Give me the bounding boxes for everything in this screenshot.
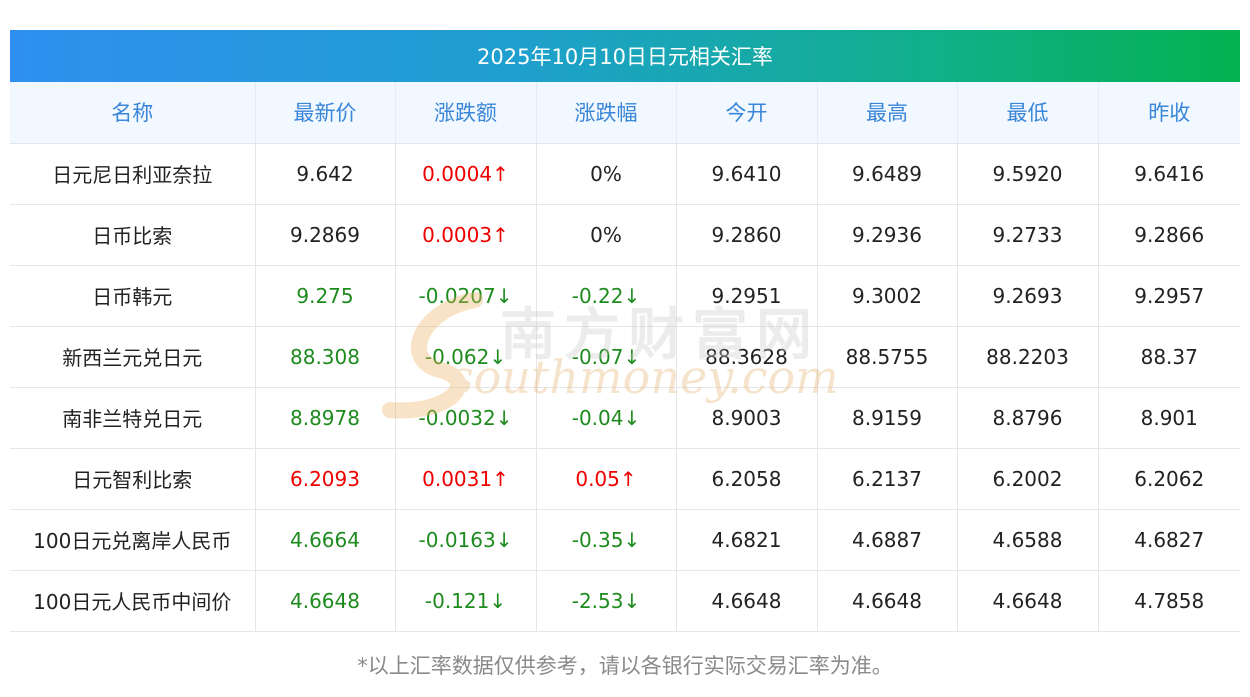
table-row[interactable]: 日币韩元 9.275 -0.0207↓ -0.22↓ 9.2951 9.3002 9.269… xyxy=(10,264,1240,326)
cell-change: 0.0003↑ xyxy=(395,203,537,265)
disclaimer-note: *以上汇率数据仅供参考，请以各银行实际交易汇率为准。 xyxy=(357,654,893,678)
cell-high: 6.2137 xyxy=(817,447,958,509)
cell-high: 4.6887 xyxy=(817,508,958,570)
cell-low: 88.2203 xyxy=(957,325,1099,387)
cell-name[interactable]: 日币比索 xyxy=(10,203,256,265)
exchange-rate-table: 名称 最新价 涨跌额 涨跌幅 今开 最高 最低 昨收 日元尼日利亚奈拉 9.642… xyxy=(10,82,1240,632)
cell-name[interactable]: 新西兰元兑日元 xyxy=(10,325,256,387)
cell-change-pct: 0.05↑ xyxy=(536,447,677,509)
cell-open: 9.2860 xyxy=(676,203,818,265)
header-name[interactable]: 名称 xyxy=(10,82,256,143)
cell-change-pct: 0% xyxy=(536,203,677,265)
cell-low: 9.2693 xyxy=(957,264,1099,326)
cell-open: 9.6410 xyxy=(676,142,818,204)
cell-high: 9.3002 xyxy=(817,264,958,326)
cell-change: 0.0004↑ xyxy=(395,142,537,204)
cell-change-pct: -0.07↓ xyxy=(536,325,677,387)
cell-change: 0.0031↑ xyxy=(395,447,537,509)
table-row[interactable]: 日元智利比索 6.2093 0.0031↑ 0.05↑ 6.2058 6.2137 6.20… xyxy=(10,447,1240,509)
cell-change-pct: -0.04↓ xyxy=(536,386,677,448)
table-row[interactable]: 100日元人民币中间价 4.6648 -0.121↓ -2.53↓ 4.6648 4.66… xyxy=(10,569,1240,632)
table-header-row: 名称 最新价 涨跌额 涨跌幅 今开 最高 最低 昨收 xyxy=(10,82,1240,143)
cell-open: 9.2951 xyxy=(676,264,818,326)
cell-open: 88.3628 xyxy=(676,325,818,387)
table-row[interactable]: 南非兰特兑日元 8.8978 -0.0032↓ -0.04↓ 8.9003 8.9159 8… xyxy=(10,386,1240,448)
cell-name[interactable]: 100日元人民币中间价 xyxy=(10,569,256,632)
header-high[interactable]: 最高 xyxy=(817,82,958,143)
cell-high: 9.2936 xyxy=(817,203,958,265)
cell-change-pct: 0% xyxy=(536,142,677,204)
cell-high: 4.6648 xyxy=(817,569,958,632)
cell-change: -0.0207↓ xyxy=(395,264,537,326)
cell-change: -0.0163↓ xyxy=(395,508,537,570)
cell-prev-close: 6.2062 xyxy=(1098,447,1240,509)
header-prev-close[interactable]: 昨收 xyxy=(1098,82,1240,143)
rate-table-container: 2025年10月10日日元相关汇率 名称 最新价 涨跌额 涨跌幅 今开 最高 最… xyxy=(10,30,1240,632)
header-latest[interactable]: 最新价 xyxy=(255,82,396,143)
header-change-pct[interactable]: 涨跌幅 xyxy=(536,82,677,143)
cell-low: 9.5920 xyxy=(957,142,1099,204)
cell-name[interactable]: 南非兰特兑日元 xyxy=(10,386,256,448)
cell-open: 4.6821 xyxy=(676,508,818,570)
cell-open: 4.6648 xyxy=(676,569,818,632)
cell-change-pct: -2.53↓ xyxy=(536,569,677,632)
cell-latest: 9.2869 xyxy=(255,203,396,265)
header-low[interactable]: 最低 xyxy=(957,82,1099,143)
cell-prev-close: 9.6416 xyxy=(1098,142,1240,204)
cell-high: 8.9159 xyxy=(817,386,958,448)
cell-low: 4.6648 xyxy=(957,569,1099,632)
cell-prev-close: 88.37 xyxy=(1098,325,1240,387)
table-row[interactable]: 日元尼日利亚奈拉 9.642 0.0004↑ 0% 9.6410 9.6489 9.5920… xyxy=(10,142,1240,204)
cell-low: 9.2733 xyxy=(957,203,1099,265)
cell-latest: 6.2093 xyxy=(255,447,396,509)
cell-low: 6.2002 xyxy=(957,447,1099,509)
table-row[interactable]: 100日元兑离岸人民币 4.6664 -0.0163↓ -0.35↓ 4.6821 4.6… xyxy=(10,508,1240,570)
cell-low: 4.6588 xyxy=(957,508,1099,570)
table-title: 2025年10月10日日元相关汇率 xyxy=(10,30,1240,82)
cell-change: -0.062↓ xyxy=(395,325,537,387)
cell-prev-close: 4.7858 xyxy=(1098,569,1240,632)
cell-latest: 8.8978 xyxy=(255,386,396,448)
cell-prev-close: 9.2866 xyxy=(1098,203,1240,265)
cell-change: -0.121↓ xyxy=(395,569,537,632)
cell-name[interactable]: 日元尼日利亚奈拉 xyxy=(10,142,256,204)
cell-change-pct: -0.35↓ xyxy=(536,508,677,570)
cell-prev-close: 8.901 xyxy=(1098,386,1240,448)
table-row[interactable]: 新西兰元兑日元 88.308 -0.062↓ -0.07↓ 88.3628 88.5755… xyxy=(10,325,1240,387)
cell-latest: 9.275 xyxy=(255,264,396,326)
header-change[interactable]: 涨跌额 xyxy=(395,82,537,143)
cell-high: 88.5755 xyxy=(817,325,958,387)
cell-prev-close: 4.6827 xyxy=(1098,508,1240,570)
cell-latest: 4.6664 xyxy=(255,508,396,570)
cell-change: -0.0032↓ xyxy=(395,386,537,448)
cell-high: 9.6489 xyxy=(817,142,958,204)
cell-open: 6.2058 xyxy=(676,447,818,509)
cell-latest: 9.642 xyxy=(255,142,396,204)
cell-change-pct: -0.22↓ xyxy=(536,264,677,326)
table-row[interactable]: 日币比索 9.2869 0.0003↑ 0% 9.2860 9.2936 9.2733 9.2… xyxy=(10,203,1240,265)
cell-low: 8.8796 xyxy=(957,386,1099,448)
cell-name[interactable]: 日元智利比索 xyxy=(10,447,256,509)
cell-open: 8.9003 xyxy=(676,386,818,448)
cell-latest: 88.308 xyxy=(255,325,396,387)
cell-prev-close: 9.2957 xyxy=(1098,264,1240,326)
header-open[interactable]: 今开 xyxy=(676,82,818,143)
cell-name[interactable]: 日币韩元 xyxy=(10,264,256,326)
cell-name[interactable]: 100日元兑离岸人民币 xyxy=(10,508,256,570)
cell-latest: 4.6648 xyxy=(255,569,396,632)
